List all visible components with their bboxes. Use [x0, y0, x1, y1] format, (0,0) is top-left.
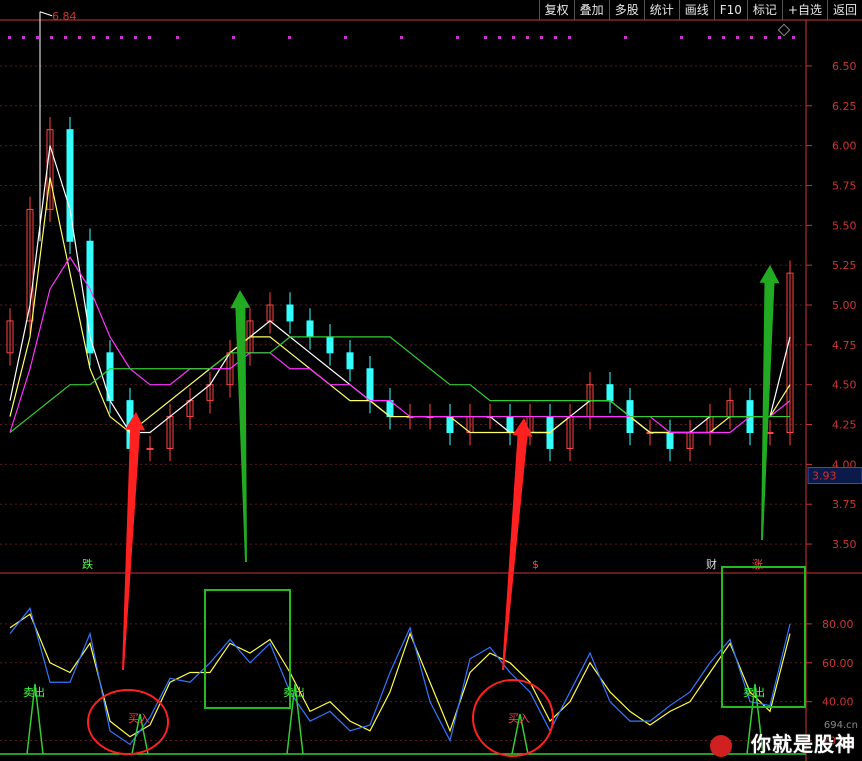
- event-dot: [708, 36, 711, 39]
- event-dot: [498, 36, 501, 39]
- price-tick-label: 5.75: [832, 179, 857, 192]
- price-tick-label: 6.00: [832, 140, 857, 153]
- price-tick-label: 5.25: [832, 259, 857, 272]
- watermark-text: 你就是股神: [751, 732, 856, 756]
- k-line: [9, 613, 791, 738]
- event-dot: [456, 36, 459, 39]
- indicator-tick-label: 80.00: [822, 618, 854, 631]
- event-dot: [50, 36, 53, 39]
- candle-body: [766, 432, 774, 434]
- event-dot: [288, 36, 291, 39]
- event-dot: [512, 36, 515, 39]
- event-dot: [526, 36, 529, 39]
- price-tick-label: 4.25: [832, 419, 857, 432]
- event-dot: [92, 36, 95, 39]
- marker-cai: 财: [706, 557, 717, 571]
- event-dot: [64, 36, 67, 39]
- event-dot: [554, 36, 557, 39]
- price-tick-label: 6.25: [832, 100, 857, 113]
- price-tick-label: 3.50: [832, 538, 857, 551]
- candle-body: [606, 384, 614, 402]
- sell-signal-label: 卖出: [743, 685, 765, 699]
- price-tick-label: 3.75: [832, 498, 857, 511]
- indicator-tick-label: 40.00: [822, 696, 854, 709]
- candle-body: [346, 352, 354, 370]
- event-dot: [568, 36, 571, 39]
- diamond-icon: [777, 23, 791, 37]
- chart-canvas: 6.50 6.25 6.00 5.75 5.50 5.25 5.00 4.75 4.50 4.25…: [0, 10, 862, 761]
- marker-die: 跌: [82, 557, 93, 571]
- event-dot: [750, 36, 753, 39]
- marker-dollar: $: [532, 558, 539, 571]
- event-dot: [8, 36, 11, 39]
- current-price-label: 3.93: [812, 470, 837, 483]
- event-dot: [722, 36, 725, 39]
- candle-body: [326, 336, 334, 354]
- stock-chart-window: { "toolbar": { "buttons": [ {"label": "复…: [0, 0, 862, 761]
- event-dot: [148, 36, 151, 39]
- event-dot: [176, 36, 179, 39]
- event-dot: [120, 36, 123, 39]
- highlight-box: [204, 589, 291, 709]
- candle-body: [286, 304, 294, 322]
- event-dot: [106, 36, 109, 39]
- event-dot: [36, 36, 39, 39]
- event-dot: [540, 36, 543, 39]
- event-dot: [232, 36, 235, 39]
- high-label: 6.84: [52, 10, 77, 23]
- event-dot: [78, 36, 81, 39]
- candle-body: [666, 432, 674, 449]
- candle-body: [146, 447, 154, 450]
- price-tick-label: 5.50: [832, 219, 857, 232]
- event-dot: [134, 36, 137, 39]
- event-dot: [764, 36, 767, 39]
- price-tick-label: 4.75: [832, 339, 857, 352]
- event-dot: [736, 36, 739, 39]
- event-dot: [680, 36, 683, 39]
- buy-arrow: [122, 412, 146, 671]
- event-dot: [778, 36, 781, 39]
- buy-signal-label: 买入: [128, 712, 150, 725]
- price-tick-label: 5.00: [832, 299, 857, 312]
- candle-body: [366, 368, 374, 402]
- price-tick-label: 6.50: [832, 60, 857, 73]
- sell-arrow: [759, 265, 780, 541]
- candle-body: [306, 320, 314, 338]
- watermark-logo-icon: [710, 735, 732, 757]
- event-dot: [624, 36, 627, 39]
- marker-zhang: 涨: [752, 558, 763, 571]
- sell-signal-label: 卖出: [283, 685, 305, 699]
- buy-signal-label: 买入: [508, 712, 530, 725]
- high-pointer: [39, 11, 53, 17]
- event-dot: [400, 36, 403, 39]
- indicator-tick-label: 60.00: [822, 657, 854, 670]
- event-dot: [792, 36, 795, 39]
- sell-signal-label: 卖出: [23, 685, 45, 699]
- ma5-line: [9, 145, 791, 434]
- d-line: [9, 607, 791, 746]
- event-dot: [22, 36, 25, 39]
- event-dot: [344, 36, 347, 39]
- price-tick-label: 4.50: [832, 379, 857, 392]
- event-dot: [484, 36, 487, 39]
